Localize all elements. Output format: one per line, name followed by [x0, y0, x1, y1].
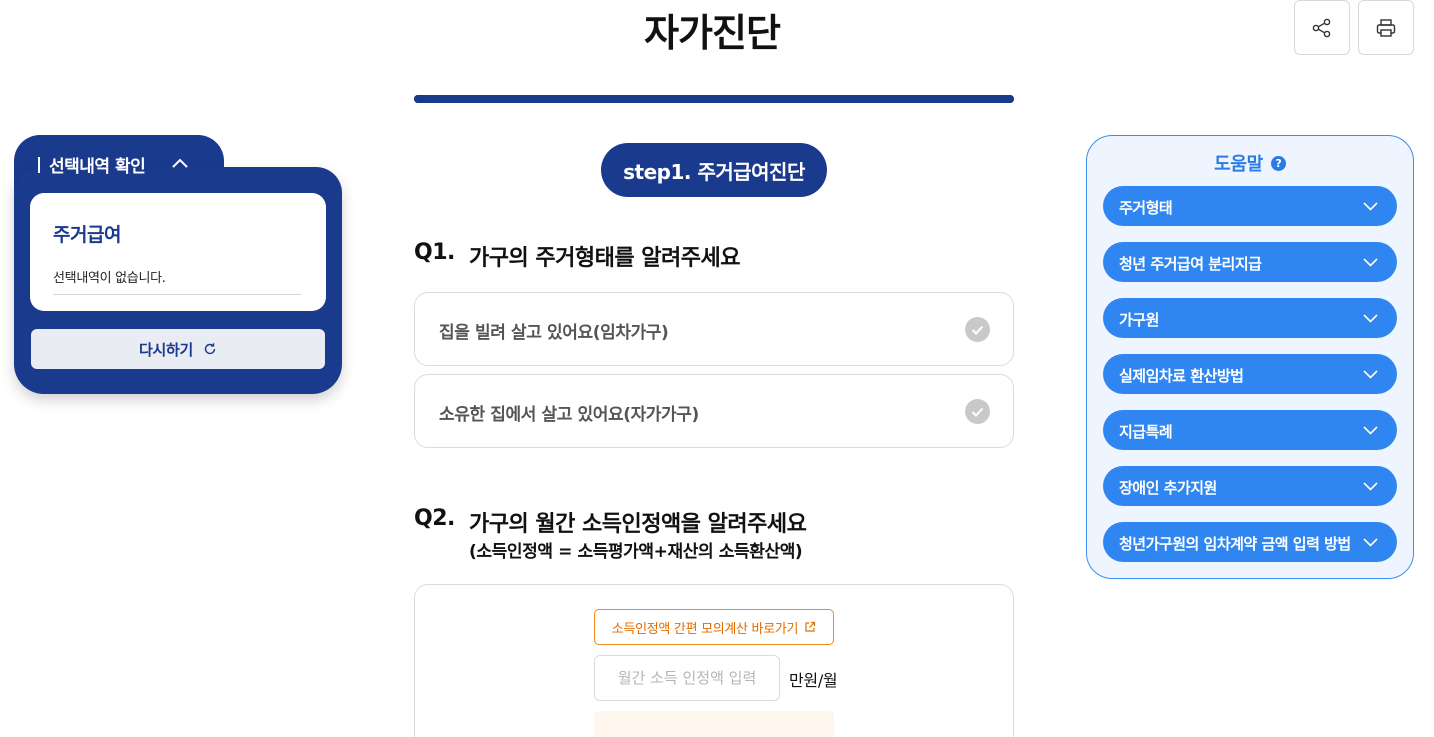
external-link-icon [805, 621, 816, 632]
help-item-label: 주거형태 [1119, 199, 1173, 217]
calc-link-label: 소득인정액 간편 모의계산 바로가기 [611, 621, 799, 637]
help-item[interactable]: 주거형태 [1103, 186, 1397, 226]
selection-panel-title-text: 선택내역 확인 [49, 157, 146, 177]
help-item[interactable]: 장애인 추가지원 [1103, 466, 1397, 506]
q1-number: Q1. [414, 240, 455, 265]
selection-panel: 선택내역 확인 주거급여 선택내역이 없습니다. 다시하기 [14, 135, 342, 394]
title-bar [38, 156, 40, 173]
help-item-label: 청년가구원의 임차계약 금액 입력 방법 [1119, 535, 1351, 553]
share-icon [1312, 18, 1331, 37]
help-item[interactable]: 가구원 [1103, 298, 1397, 338]
help-item[interactable]: 청년 주거급여 분리지급 [1103, 242, 1397, 282]
help-item[interactable]: 실제임차료 환산방법 [1103, 354, 1397, 394]
income-unit: 만원/월 [789, 671, 838, 690]
income-note-box [594, 711, 834, 737]
q2-title: Q2. 가구의 월간 소득인정액을 알려주세요 [414, 506, 807, 538]
selection-panel-title: 선택내역 확인 [38, 152, 146, 177]
selection-empty-text: 선택내역이 없습니다. [53, 271, 166, 286]
chevron-up-icon [172, 158, 188, 168]
selection-card: 주거급여 선택내역이 없습니다. [30, 193, 326, 311]
collapse-button[interactable] [170, 153, 190, 173]
help-item[interactable]: 청년가구원의 임차계약 금액 입력 방법 [1103, 522, 1397, 562]
q2-number: Q2. [414, 506, 455, 531]
chevron-down-icon [1362, 199, 1378, 213]
option-rented[interactable]: 집을 빌려 살고 있어요(임차가구) [414, 292, 1014, 366]
calc-link-button[interactable]: 소득인정액 간편 모의계산 바로가기 [594, 609, 834, 645]
chevron-down-icon [1362, 479, 1378, 493]
print-icon [1376, 18, 1396, 37]
help-title-text: 도움말 [1214, 154, 1263, 175]
retry-label: 다시하기 [138, 340, 193, 359]
print-button[interactable] [1358, 0, 1414, 55]
q1-title: Q1. 가구의 주거형태를 알려주세요 [414, 240, 740, 272]
q2-text: 가구의 월간 소득인정액을 알려주세요 [469, 512, 807, 537]
divider [53, 294, 301, 295]
retry-button[interactable]: 다시하기 [31, 329, 325, 369]
chevron-down-icon [1362, 423, 1378, 437]
help-panel: 도움말 ? 주거형태청년 주거급여 분리지급가구원실제임차료 환산방법지급특례장… [1086, 135, 1414, 579]
chevron-down-icon [1362, 367, 1378, 381]
option-label: 소유한 집에서 살고 있어요(자가가구) [439, 405, 699, 425]
selection-card-title: 주거급여 [53, 224, 121, 246]
progress-bar [414, 95, 1014, 103]
option-label: 집을 빌려 살고 있어요(임차가구) [439, 323, 669, 343]
help-item-label: 실제임차료 환산방법 [1119, 367, 1244, 385]
help-item-label: 장애인 추가지원 [1119, 479, 1217, 497]
share-button[interactable] [1294, 0, 1350, 55]
chevron-down-icon [1362, 311, 1378, 325]
q1-text: 가구의 주거형태를 알려주세요 [469, 246, 740, 271]
income-box: 소득인정액 간편 모의계산 바로가기 만원/월 [414, 584, 1014, 737]
help-title: 도움말 ? [1087, 150, 1413, 176]
help-item-label: 가구원 [1119, 311, 1159, 329]
option-owned[interactable]: 소유한 집에서 살고 있어요(자가가구) [414, 374, 1014, 448]
step-label: step1. 주거급여진단 [601, 143, 827, 197]
help-item-label: 지급특례 [1119, 423, 1173, 441]
check-icon [965, 399, 990, 424]
refresh-icon [204, 343, 216, 355]
progress-fill [414, 95, 1014, 103]
income-input[interactable] [594, 655, 780, 701]
check-icon [965, 317, 990, 342]
help-icon: ? [1270, 155, 1286, 171]
q2-subtitle: (소득인정액 = 소득평가액+재산의 소득환산액) [469, 542, 803, 562]
help-item[interactable]: 지급특례 [1103, 410, 1397, 450]
chevron-down-icon [1362, 535, 1378, 549]
chevron-down-icon [1362, 255, 1378, 269]
page-title: 자가진단 [644, 11, 781, 55]
help-item-label: 청년 주거급여 분리지급 [1119, 255, 1262, 273]
